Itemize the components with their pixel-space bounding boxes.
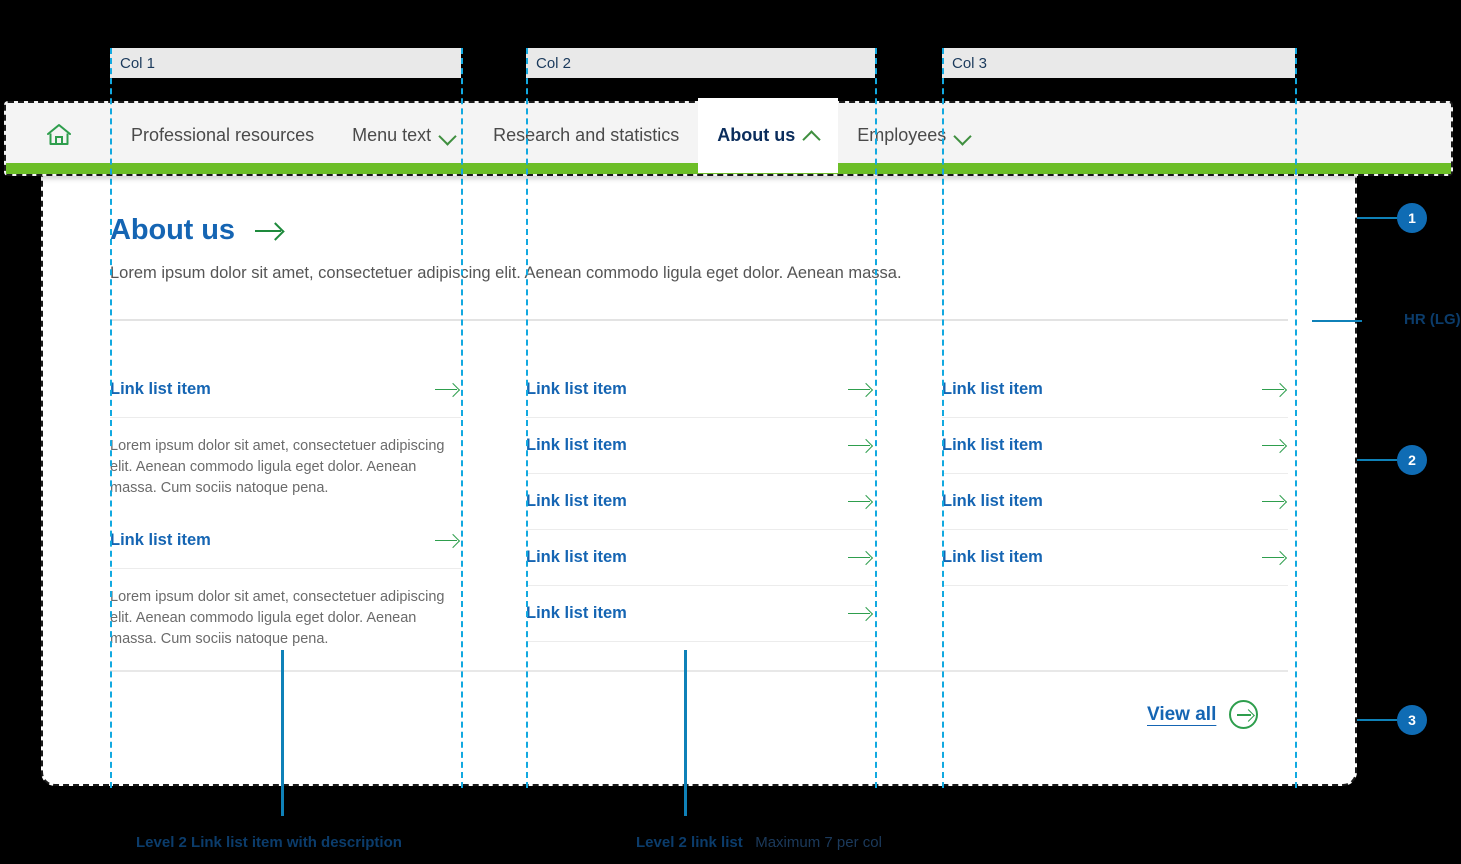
chevron-up-icon [804, 128, 819, 143]
annotation-marker-3: 3 [1397, 705, 1427, 735]
annotation-leader-line [1357, 719, 1397, 721]
link-list-item-label: Link list item [942, 436, 1043, 454]
link-list-item[interactable]: Link list item [526, 586, 874, 642]
annotation-marker-1: 1 [1397, 203, 1427, 233]
hr-label-leader-line [1312, 320, 1362, 322]
arrow-right-icon [848, 382, 872, 398]
link-column-3: Link list item Link list item Link list it… [942, 362, 1288, 586]
column-header-chip-2: Col 2 [526, 48, 875, 78]
home-icon [47, 124, 71, 145]
link-list-item[interactable]: Link list item [942, 474, 1288, 530]
annotation-marker-2: 2 [1397, 445, 1427, 475]
arrow-right-icon [435, 382, 459, 398]
intro-paragraph: Lorem ipsum dolor sit amet, consectetuer… [110, 264, 902, 282]
nav-item-label: Employees [857, 124, 947, 145]
link-list-item-label: Link list item [526, 436, 627, 454]
arrow-right-icon [254, 221, 283, 241]
link-list-item-label: Link list item [942, 380, 1043, 398]
column-header-chip-3: Col 3 [942, 48, 1295, 78]
annotation-leader-line [1357, 217, 1397, 219]
link-list-item-label: Link list item [110, 380, 211, 398]
link-list-item-label: Link list item [526, 380, 627, 398]
link-list-item-label: Link list item [110, 531, 211, 549]
arrow-right-circle-icon [1229, 700, 1259, 729]
annotation-vertical-leader-2 [684, 650, 687, 816]
arrow-right-icon [1262, 550, 1286, 566]
arrow-right-icon [1262, 494, 1286, 510]
page-title: About us [110, 214, 235, 246]
page-title-row[interactable]: About us [110, 214, 283, 247]
arrow-right-icon [848, 550, 872, 566]
annotation-leader-line [1357, 459, 1397, 461]
link-list-item-description: Lorem ipsum dolor sit amet, consectetuer… [110, 438, 445, 496]
link-list-item-description: Lorem ipsum dolor sit amet, consectetuer… [110, 589, 445, 647]
nav-item-employees[interactable]: Employees [838, 103, 989, 167]
annotation-label-bold: Level 2 link list [636, 834, 743, 851]
nav-item-menu-text[interactable]: Menu text [333, 103, 474, 167]
chevron-down-icon [955, 128, 970, 143]
nav-item-label: Research and statistics [493, 124, 680, 145]
link-column-2: Link list item Link list item Link list it… [526, 362, 874, 642]
hr-size-label: HR (LG) [1404, 311, 1461, 328]
link-list-item-label: Link list item [526, 604, 627, 622]
column-header-chip-1: Col 1 [110, 48, 461, 78]
view-all-label: View all [1147, 703, 1217, 725]
link-list-item[interactable]: Link list item [526, 418, 874, 474]
link-list-item-label: Link list item [526, 548, 627, 566]
main-navigation-bar: Professional resources Menu text Research … [4, 97, 1453, 176]
nav-item-about-us[interactable]: About us [698, 97, 839, 173]
chevron-down-icon [440, 128, 455, 143]
link-list-item-label: Link list item [526, 492, 627, 510]
annotation-vertical-leader-1 [281, 650, 284, 816]
view-all-link[interactable]: View all [1147, 700, 1259, 729]
link-list-item[interactable]: Link list item [942, 530, 1288, 586]
link-list-item[interactable]: Link list item [942, 418, 1288, 474]
link-list-item[interactable]: Link list item [942, 362, 1288, 418]
annotation-label-regular: Maximum 7 per col [742, 834, 882, 851]
link-list-item[interactable]: Link list item [110, 362, 461, 418]
link-list-item-label: Link list item [942, 492, 1043, 510]
annotation-bottom-label-2: Level 2 link list Maximum 7 per col [636, 834, 882, 851]
nav-items: Professional resources Menu text Research … [6, 97, 989, 173]
arrow-right-icon [848, 438, 872, 454]
nav-item-research-and-statistics[interactable]: Research and statistics [474, 103, 698, 167]
screenshot-stage: Col 1 Col 2 Col 3 Professional resources Me… [0, 0, 1461, 864]
arrow-right-icon [1262, 382, 1286, 398]
nav-item-label: Menu text [352, 124, 432, 145]
link-list-item-label: Link list item [942, 548, 1043, 566]
link-list-item[interactable]: Link list item [110, 513, 461, 569]
arrow-right-icon [848, 494, 872, 510]
link-list-item[interactable]: Link list item [526, 530, 874, 586]
arrow-right-icon [848, 606, 872, 622]
home-nav-button[interactable] [6, 103, 112, 167]
link-list-item[interactable]: Link list item [526, 474, 874, 530]
horizontal-rule-large [110, 319, 1288, 321]
annotation-label-bold: Level 2 Link list item with description [136, 834, 402, 851]
link-list-item[interactable]: Link list item [526, 362, 874, 418]
arrow-right-icon [1262, 438, 1286, 454]
nav-item-label: Professional resources [131, 124, 315, 145]
nav-item-professional-resources[interactable]: Professional resources [112, 103, 333, 167]
horizontal-rule-bottom [110, 670, 1288, 672]
nav-item-label: About us [717, 124, 796, 145]
link-column-1: Link list item Lorem ipsum dolor sit amet… [110, 362, 461, 664]
arrow-right-icon [435, 533, 459, 549]
annotation-bottom-label-1: Level 2 Link list item with description [136, 834, 402, 851]
dropdown-content-panel: About us Lorem ipsum dolor sit amet, con… [41, 176, 1357, 786]
